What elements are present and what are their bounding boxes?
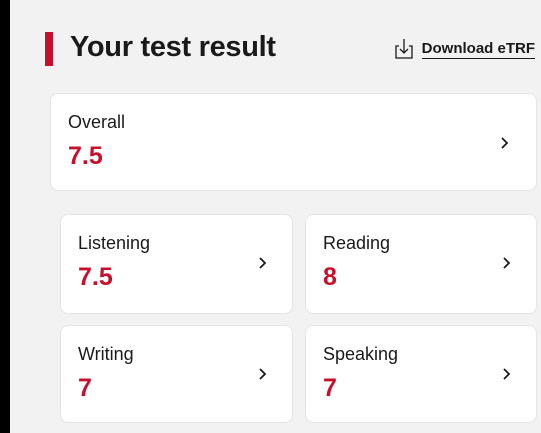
reading-label: Reading xyxy=(323,233,391,253)
speaking-score: 7 xyxy=(323,374,337,402)
chevron-right-icon xyxy=(501,137,509,149)
writing-label: Writing xyxy=(78,344,134,364)
download-etrf-link[interactable]: Download eTRF xyxy=(394,38,535,60)
overall-label: Overall xyxy=(68,112,126,132)
writing-score: 7 xyxy=(78,374,92,402)
reading-score: 8 xyxy=(323,263,337,291)
overall-score-card[interactable]: Overall 7.5 xyxy=(50,93,537,191)
speaking-label: Speaking xyxy=(323,344,399,364)
speaking-score-card[interactable]: Speaking 7 xyxy=(305,325,537,423)
chevron-right-icon xyxy=(259,257,267,269)
listening-score: 7.5 xyxy=(78,263,113,291)
writing-score-card[interactable]: Writing 7 xyxy=(60,325,293,423)
listening-label: Listening xyxy=(78,233,151,253)
chevron-right-icon xyxy=(503,368,511,380)
overall-score: 7.5 xyxy=(68,142,103,170)
listening-score-card[interactable]: Listening 7.5 xyxy=(60,214,293,314)
chevron-right-icon xyxy=(503,257,511,269)
reading-score-card[interactable]: Reading 8 xyxy=(305,214,537,314)
download-etrf-label: Download eTRF xyxy=(421,39,535,59)
title-accent-bar xyxy=(45,32,53,66)
test-result-panel: Your test result Download eTRF Overall 7… xyxy=(10,0,541,433)
result-header: Your test result Download eTRF xyxy=(45,30,535,70)
download-icon xyxy=(395,39,413,59)
page-title: Your test result xyxy=(70,31,276,63)
chevron-right-icon xyxy=(259,368,267,380)
